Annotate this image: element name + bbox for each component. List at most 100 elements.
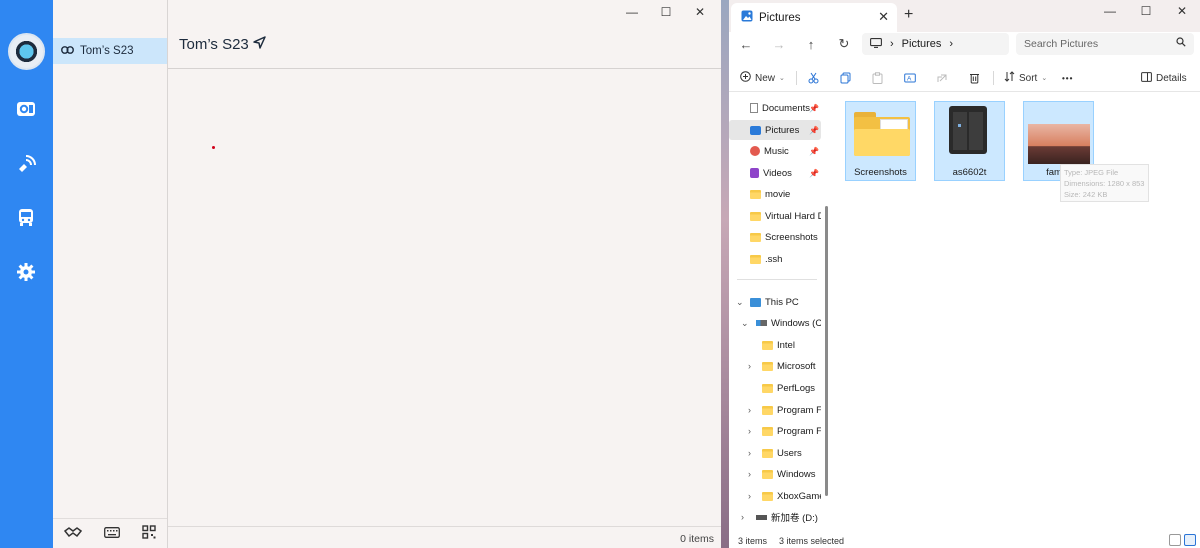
nav-item-drive-d[interactable]: › 新加卷 (D:): [729, 507, 821, 527]
settings-icon[interactable]: [13, 259, 39, 285]
new-button[interactable]: New ⌄: [740, 69, 785, 87]
minimize-button[interactable]: —: [1092, 0, 1128, 22]
forward-button[interactable]: →: [768, 35, 790, 53]
cut-icon[interactable]: [808, 69, 819, 87]
paste-icon[interactable]: [872, 69, 883, 87]
pin-icon: 📌: [809, 168, 819, 178]
sort-button[interactable]: Sort ⌄: [1004, 69, 1047, 87]
tab-pictures[interactable]: Pictures ✕: [731, 3, 897, 32]
computer-icon: [750, 297, 761, 307]
qr-code-icon[interactable]: [142, 525, 156, 542]
nav-item-videos[interactable]: Videos 📌: [729, 163, 821, 183]
chat-area: — ☐ ✕ Tom’s S23 0 items: [168, 0, 721, 548]
search-input[interactable]: Search Pictures: [1024, 38, 1098, 50]
item-count: 3 items: [738, 536, 768, 546]
nav-item-intel[interactable]: Intel: [729, 335, 821, 355]
chevron-right-icon[interactable]: ›: [748, 361, 751, 371]
sort-icon: [1004, 71, 1015, 85]
nav-item-windows-c[interactable]: ⌄ Windows (C:): [729, 313, 821, 333]
keyboard-icon[interactable]: [104, 526, 120, 541]
copy-icon[interactable]: [840, 69, 851, 87]
app-logo-icon[interactable]: [8, 33, 45, 70]
details-button[interactable]: Details: [1141, 69, 1187, 87]
scrollbar-thumb[interactable]: [825, 206, 828, 496]
nav-item-label: Virtual Hard Disk: [765, 210, 821, 222]
drive-icon: [756, 514, 767, 520]
breadcrumb-chevron-icon[interactable]: ›: [949, 38, 953, 50]
rename-icon[interactable]: A: [904, 69, 916, 87]
nav-item-virtual-hard-disk[interactable]: Virtual Hard Disk: [729, 206, 821, 226]
music-icon: [750, 146, 760, 156]
close-button[interactable]: ✕: [1164, 0, 1200, 22]
nav-item-documents[interactable]: Documents 📌: [729, 98, 821, 118]
tab-close-icon[interactable]: ✕: [878, 9, 889, 25]
send-icon[interactable]: [253, 36, 266, 53]
minimize-button[interactable]: —: [615, 2, 649, 22]
nav-item-xboxgames[interactable]: › XboxGames: [729, 486, 821, 506]
address-bar[interactable]: › Pictures ›: [862, 33, 1009, 55]
close-button[interactable]: ✕: [683, 2, 717, 22]
nav-scrollbar[interactable]: [825, 100, 829, 530]
details-button-label: Details: [1156, 72, 1187, 84]
localsend-window: Tom’s S23 — ☐ ✕ Tom’s S23 0 items: [0, 0, 721, 548]
chevron-right-icon[interactable]: ›: [748, 426, 751, 436]
chevron-right-icon[interactable]: ›: [741, 512, 744, 522]
file-tile-as6602t[interactable]: as6602t: [934, 101, 1005, 181]
delete-icon[interactable]: [969, 69, 980, 87]
search-box[interactable]: Search Pictures: [1016, 33, 1194, 55]
device-item[interactable]: Tom’s S23: [53, 38, 167, 64]
folder-icon: [762, 469, 773, 479]
monitor-icon: [870, 37, 882, 51]
nav-item-ssh[interactable]: .ssh: [729, 249, 821, 269]
file-tile-screenshots[interactable]: Screenshots: [845, 101, 916, 181]
nav-item-perflogs[interactable]: PerfLogs: [729, 378, 821, 398]
search-icon: [1176, 37, 1186, 50]
refresh-button[interactable]: ↻: [833, 35, 855, 53]
nav-item-screenshots[interactable]: Screenshots: [729, 227, 821, 247]
chevron-right-icon[interactable]: ›: [748, 469, 751, 479]
device-list-footer: [53, 518, 167, 548]
folder-icon: [762, 361, 773, 371]
folder-icon: [762, 340, 773, 350]
nav-item-movie[interactable]: movie: [729, 184, 821, 204]
toolbar-divider: [993, 71, 994, 85]
nav-item-users[interactable]: › Users: [729, 443, 821, 463]
tiles-view-icon[interactable]: [1184, 534, 1196, 546]
chevron-down-icon[interactable]: ⌄: [736, 297, 744, 308]
nav-item-program-files-x86[interactable]: › Program Files (x86): [729, 421, 821, 441]
maximize-button[interactable]: ☐: [1128, 0, 1164, 22]
maximize-button[interactable]: ☐: [649, 2, 683, 22]
nav-item-this-pc[interactable]: ⌄ This PC: [729, 292, 821, 312]
breadcrumb-item[interactable]: Pictures: [902, 38, 942, 50]
back-button[interactable]: ←: [735, 35, 757, 53]
handshake-icon[interactable]: [63, 526, 83, 541]
more-options-button[interactable]: •••: [1062, 69, 1073, 87]
pictures-icon: [750, 125, 761, 135]
outlook-icon[interactable]: [13, 96, 39, 122]
folder-icon: [762, 383, 773, 393]
photo-thumbnail-icon: [1028, 124, 1090, 164]
nav-item-label: Intel: [777, 339, 795, 351]
nav-item-microsoft[interactable]: › Microsoft: [729, 356, 821, 376]
up-button[interactable]: ↑: [800, 35, 822, 53]
nav-item-pictures[interactable]: Pictures 📌: [729, 120, 821, 140]
items-count: 0 items: [680, 533, 714, 545]
chevron-right-icon[interactable]: ›: [748, 491, 751, 501]
folder-icon: [762, 448, 773, 458]
folder-icon: [762, 405, 773, 415]
share-icon[interactable]: [936, 69, 948, 87]
chevron-down-icon[interactable]: ⌄: [741, 318, 749, 329]
file-explorer-window: Pictures ✕ + — ☐ ✕ ← → ↑ ↻ › Pictures › …: [729, 0, 1200, 548]
chevron-right-icon[interactable]: ›: [748, 448, 751, 458]
nav-item-program-files[interactable]: › Program Files: [729, 400, 821, 420]
transit-icon[interactable]: [13, 205, 39, 231]
nav-item-windows[interactable]: › Windows: [729, 464, 821, 484]
nav-item-label: XboxGames: [777, 490, 821, 502]
details-view-icon[interactable]: [1169, 534, 1181, 546]
nav-item-music[interactable]: Music 📌: [729, 141, 821, 161]
new-tab-button[interactable]: +: [904, 6, 913, 24]
nearby-share-icon[interactable]: [13, 151, 39, 177]
chevron-right-icon[interactable]: ›: [748, 405, 751, 415]
tab-bar: Pictures ✕ + — ☐ ✕: [729, 0, 1200, 32]
status-bar: 3 items 3 items selected: [729, 534, 1200, 548]
